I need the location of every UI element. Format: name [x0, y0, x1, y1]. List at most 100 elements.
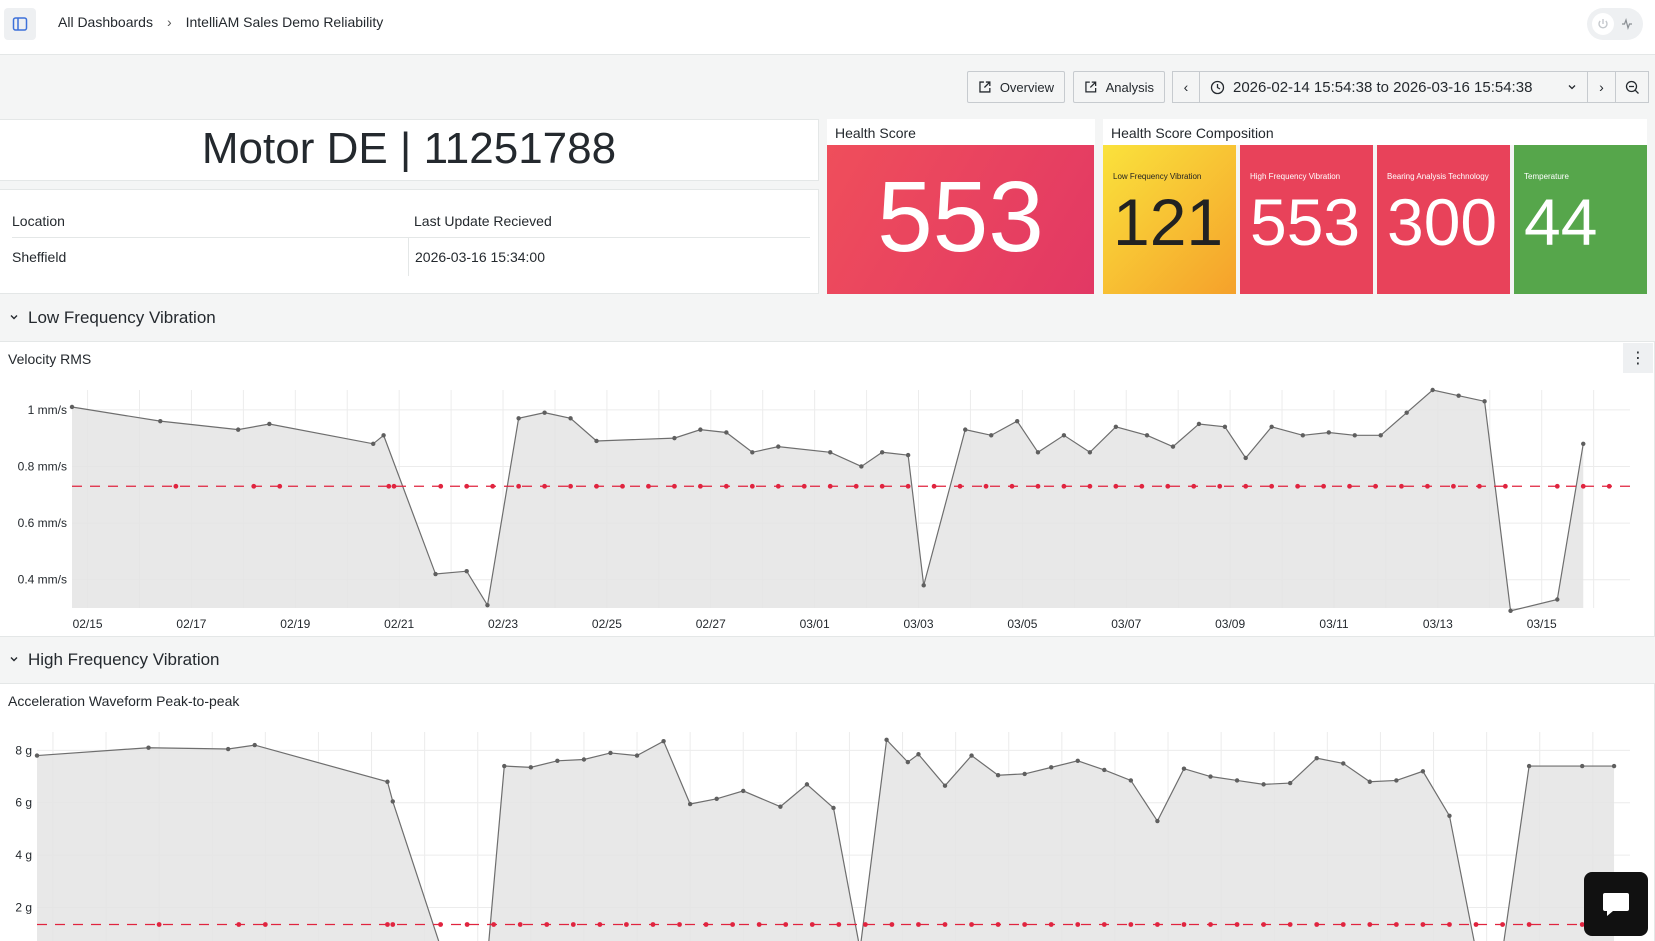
- threshold-point: [809, 922, 815, 927]
- composition-tile-value: 121: [1113, 185, 1224, 259]
- data-point: [1243, 455, 1248, 461]
- external-link-icon: [1085, 81, 1097, 93]
- time-shift-back-button[interactable]: ‹: [1172, 71, 1200, 103]
- data-point: [741, 788, 746, 794]
- power-icon[interactable]: [1592, 13, 1614, 35]
- threshold-point: [251, 483, 257, 489]
- chevron-right-icon: ›: [166, 14, 172, 30]
- threshold-point: [173, 483, 179, 489]
- health-score-value: 553: [877, 161, 1044, 273]
- data-point: [235, 427, 241, 432]
- data-point: [1326, 430, 1331, 435]
- composition-tile: Low Frequency Vibration 121: [1103, 145, 1236, 294]
- threshold-point: [853, 483, 859, 489]
- data-point: [433, 571, 438, 577]
- data-point: [581, 757, 587, 762]
- threshold-point: [1347, 483, 1352, 489]
- composition-tile-label: High Frequency Vibration: [1250, 172, 1341, 181]
- last-update-value: 2026-03-16 15:34:00: [408, 238, 810, 276]
- breadcrumb-current-dashboard: IntelliAM Sales Demo Reliability: [185, 14, 384, 30]
- x-tick-label: 03/15: [1527, 617, 1557, 631]
- chevron-down-icon: [0, 311, 28, 325]
- data-point: [555, 758, 560, 764]
- threshold-point: [957, 483, 963, 489]
- data-point: [502, 763, 507, 769]
- threshold-point: [1287, 922, 1293, 927]
- threshold-point: [620, 483, 625, 489]
- threshold-point: [1367, 922, 1373, 927]
- threshold-point: [697, 483, 703, 489]
- data-point: [859, 464, 864, 469]
- threshold-point: [1035, 483, 1041, 489]
- data-point: [1144, 433, 1150, 438]
- breadcrumb-all-dashboards[interactable]: All Dashboards: [58, 14, 153, 30]
- time-range-picker[interactable]: 2026-02-14 15:54:38 to 2026-03-16 15:54:…: [1200, 71, 1588, 103]
- data-point: [687, 801, 693, 807]
- last-update-column-header[interactable]: Last Update Recieved: [408, 213, 810, 229]
- threshold-point: [969, 922, 974, 927]
- x-tick-label: 02/15: [73, 617, 103, 631]
- threshold-point: [756, 922, 762, 927]
- threshold-point: [491, 922, 497, 927]
- data-point: [542, 410, 547, 415]
- health-score-title: Health Score: [835, 125, 916, 141]
- threshold-point: [1502, 483, 1508, 489]
- data-point: [371, 441, 376, 446]
- threshold-point: [783, 922, 789, 927]
- y-tick-label: 4 g: [15, 848, 32, 862]
- threshold-point: [1340, 922, 1346, 927]
- x-tick-label: 02/23: [488, 617, 518, 631]
- y-tick-label: 2 g: [15, 900, 32, 914]
- threshold-point: [1181, 922, 1187, 927]
- asset-title-panel: Motor DE | 11251788: [0, 119, 819, 181]
- threshold-point: [597, 922, 603, 927]
- threshold-point: [862, 922, 868, 927]
- top-nav-bar: All Dashboards › IntelliAM Sales Demo Re…: [0, 0, 1655, 55]
- threshold-point: [1526, 922, 1532, 927]
- data-point: [995, 773, 1001, 778]
- time-shift-forward-button[interactable]: ›: [1588, 71, 1616, 103]
- section-high-frequency-vibration[interactable]: High Frequency Vibration: [0, 648, 220, 672]
- composition-tile-label: Temperature: [1524, 172, 1569, 181]
- data-point: [778, 804, 783, 809]
- threshold-point: [942, 922, 948, 927]
- data-point: [1580, 763, 1585, 769]
- threshold-point: [156, 922, 162, 927]
- asset-info-panel: Location Last Update Recieved Sheffield …: [0, 189, 819, 294]
- activity-icon[interactable]: [1616, 13, 1638, 35]
- threshold-point: [386, 483, 392, 489]
- threshold-point: [703, 922, 709, 927]
- zoom-out-button[interactable]: [1616, 71, 1649, 103]
- overview-button[interactable]: Overview: [967, 71, 1065, 103]
- time-range-controls: ‹ 2026-02-14 15:54:38 to 2026-03-16 15:5…: [1172, 71, 1649, 103]
- data-point: [1208, 774, 1213, 779]
- data-point: [1022, 771, 1027, 777]
- location-column-header[interactable]: Location: [12, 213, 408, 229]
- data-point: [34, 753, 40, 758]
- chat-widget-button[interactable]: [1584, 872, 1648, 936]
- threshold-point: [1101, 922, 1107, 927]
- location-value: Sheffield: [12, 249, 67, 265]
- data-point: [1269, 424, 1274, 430]
- sidebar-toggle-button[interactable]: [4, 8, 36, 40]
- y-tick-label: 8 g: [15, 743, 32, 757]
- velocity-rms-chart[interactable]: 1 mm/s 0.8 mm/s 0.6 mm/s 0.4 mm/s 02/15 02/17…: [0, 342, 1654, 636]
- threshold-point: [236, 922, 242, 927]
- sidebar-panel-icon: [12, 17, 28, 31]
- data-point: [1087, 450, 1093, 455]
- threshold-point: [730, 922, 736, 927]
- analysis-button[interactable]: Analysis: [1073, 71, 1165, 103]
- threshold-point: [570, 922, 576, 927]
- data-point: [831, 805, 836, 811]
- section-low-frequency-vibration[interactable]: Low Frequency Vibration: [0, 306, 216, 330]
- y-tick-label: 0.6 mm/s: [18, 516, 67, 530]
- acceleration-waveform-chart[interactable]: 8 g 6 g 4 g 2 g: [0, 684, 1654, 941]
- data-point: [1196, 421, 1202, 427]
- data-point: [714, 796, 719, 801]
- data-point: [69, 404, 75, 410]
- data-point: [828, 450, 833, 455]
- acceleration-waveform-panel: Acceleration Waveform Peak-to-peak 8 g6 …: [0, 683, 1655, 941]
- data-point: [672, 435, 677, 441]
- data-point: [661, 738, 666, 744]
- data-point: [1430, 387, 1435, 393]
